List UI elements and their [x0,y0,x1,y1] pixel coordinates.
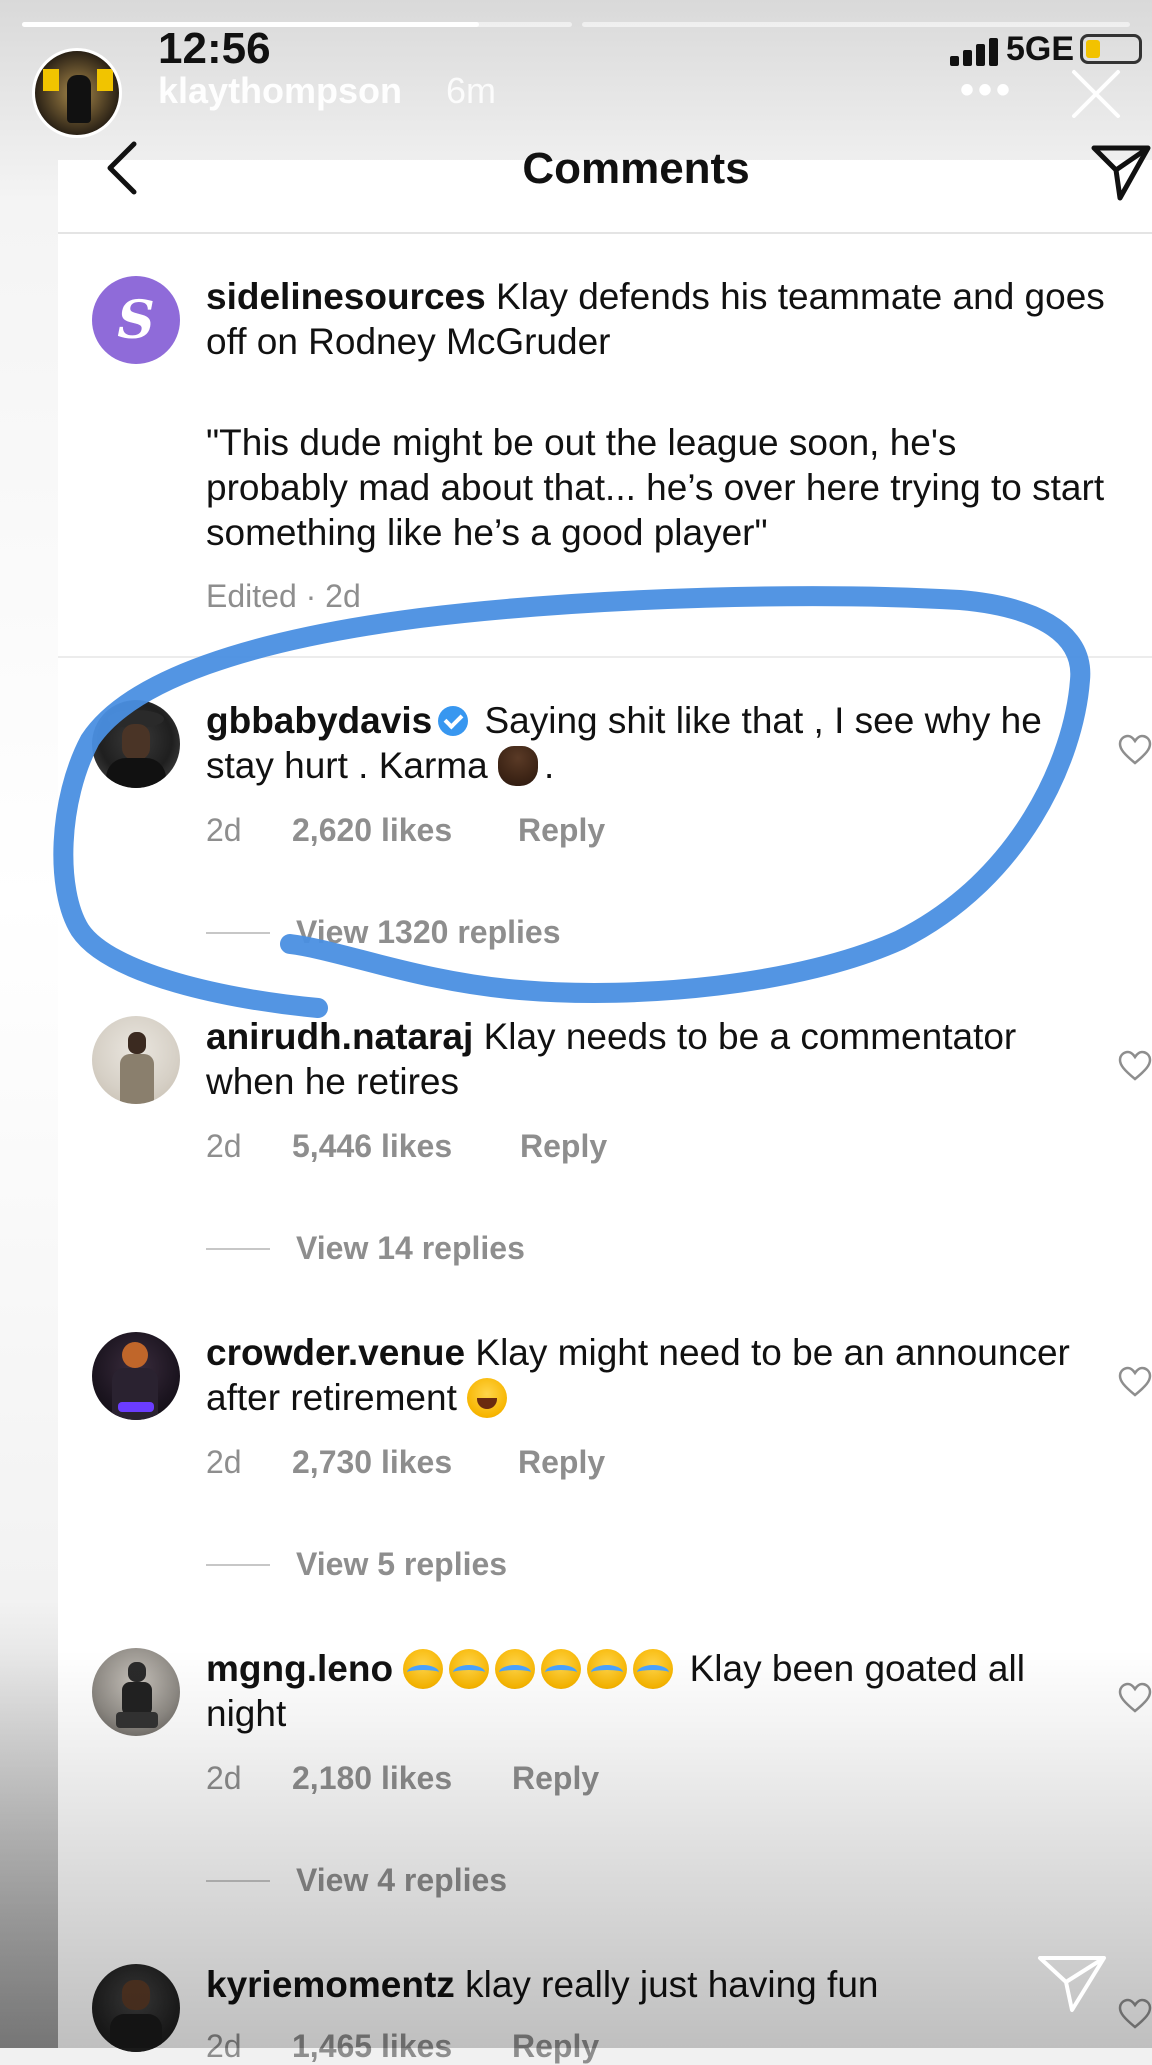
likes-count[interactable]: 2,730 likes [292,1444,452,1481]
view-replies-label: View 4 replies [296,1862,508,1898]
close-icon[interactable] [1068,66,1124,122]
replies-divider [206,1248,270,1250]
replies-divider [206,1880,270,1882]
comment-body: kyriemomentz klay really just having fun [206,1962,1106,2007]
svg-text:S: S [117,290,155,351]
heart-outline-icon[interactable] [1118,734,1152,766]
caption-edited: Edited · 2d [206,578,361,614]
comment-age: 2d [206,1128,242,1164]
comment-age: 2d [206,812,242,848]
crying-emoji-icon [633,1649,674,1689]
comment-username[interactable]: anirudh.nataraj [206,1016,473,1057]
comment-username[interactable]: gbbabydavis [206,700,432,741]
heart-outline-icon[interactable] [1118,1998,1152,2030]
crying-emoji-icon [449,1649,490,1689]
comment-username[interactable]: kyriemomentz [206,1964,455,2005]
replies-divider [206,1564,270,1566]
reply-button[interactable]: Reply [512,1760,599,1797]
verified-badge-icon [438,706,469,736]
comment-text-end: . [544,745,555,786]
likes-count[interactable]: 2,180 likes [292,1760,452,1797]
header-divider [58,232,1152,234]
comment-body: anirudh.nataraj Klay needs to be a comme… [206,1014,1106,1104]
crying-emoji-icon [403,1649,444,1689]
crying-emoji-icon [541,1649,582,1689]
battery-icon [1080,34,1142,64]
comment-age: 2d [206,2028,242,2064]
replies-divider [206,932,270,934]
paper-plane-icon[interactable] [1090,140,1152,202]
avatar[interactable] [92,1964,180,2052]
likes-count[interactable]: 5,446 likes [292,1128,452,1165]
story-username[interactable]: klaythompson [158,70,402,112]
comment-username[interactable]: mgng.leno [206,1648,393,1689]
network-type: 5GE [1006,30,1075,68]
laughing-emoji-icon [467,1378,508,1418]
story-progress-segment-2 [582,22,1130,27]
reply-button[interactable]: Reply [518,1444,605,1481]
status-time: 12:56 [158,24,271,73]
comment-username[interactable]: crowder.venue [206,1332,465,1373]
reply-button[interactable]: Reply [518,812,605,849]
caption-text: sidelinesources Klay defends his teammat… [206,274,1106,364]
avatar[interactable] [92,1648,180,1736]
story-progress-segment-1 [22,22,572,27]
comment-age: 2d [206,1444,242,1480]
comment-username[interactable]: sidelinesources [206,276,486,317]
paper-plane-icon[interactable] [1036,1952,1108,2014]
comment-body: gbbabydavis Saying shit like that , I se… [206,698,1106,788]
avatar[interactable] [92,1332,180,1420]
page-title: Comments [522,144,750,193]
likes-count[interactable]: 2,620 likes [292,812,452,849]
facepalm-emoji-icon [498,746,538,786]
heart-outline-icon[interactable] [1118,1366,1152,1398]
crying-emoji-icon [495,1649,536,1689]
comment-text: klay really just having fun [465,1964,879,2005]
view-replies-label: View 14 replies [296,1230,525,1266]
avatar[interactable] [92,700,180,788]
caption-divider [58,656,1152,658]
story-avatar[interactable] [32,48,122,138]
story-timestamp: 6m [446,70,497,111]
reply-button[interactable]: Reply [520,1128,607,1165]
reply-button[interactable]: Reply [512,2028,599,2065]
heart-outline-icon[interactable] [1118,1050,1152,1082]
avatar[interactable] [92,1016,180,1104]
more-options-icon[interactable]: ••• [960,68,1014,113]
comment-body: mgng.leno Klay been goated all night [206,1646,1106,1736]
comment-age: 2d [206,1760,242,1796]
crying-emoji-icon [587,1649,628,1689]
likes-count[interactable]: 1,465 likes [292,2028,452,2065]
sidelinesources-logo-icon: S [117,290,155,351]
caption-quote: "This dude might be out the league soon,… [206,422,1105,553]
signal-icon [950,36,1002,66]
view-replies-label: View 5 replies [296,1546,508,1582]
comment-body: crowder.venue Klay might need to be an a… [206,1330,1106,1420]
avatar[interactable]: S [92,276,180,364]
heart-outline-icon[interactable] [1118,1682,1152,1714]
view-replies-label: View 1320 replies [296,914,561,950]
